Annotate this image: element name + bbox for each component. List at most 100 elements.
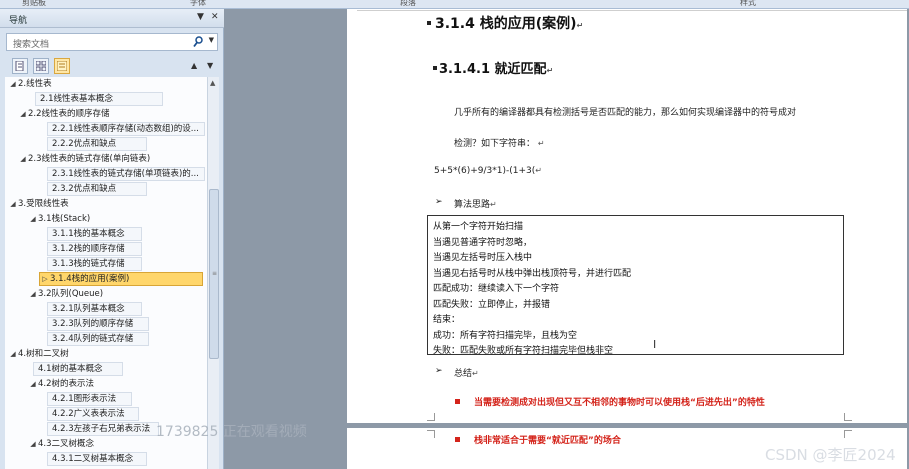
- page-corner-mark: [427, 413, 435, 421]
- tree-item-label: 3.2.4队列的链式存储: [52, 334, 134, 344]
- collapse-icon[interactable]: ◢: [28, 438, 38, 450]
- nav-header: 导航 ▼ ✕: [0, 9, 224, 28]
- summary-point-1[interactable]: 当需要检测成对出现但又互不相邻的事物时可以使用栈“后进先出”的特性: [474, 395, 765, 408]
- tree-item-label: 4.3.1二叉树基本概念: [52, 454, 134, 464]
- expression-text: 5+5*(6)+9/3*1)-(1+3(: [434, 166, 536, 176]
- tree-item[interactable]: 2.1线性表基本概念: [35, 92, 163, 106]
- tree-item[interactable]: 3.2.3队列的顺序存储: [47, 317, 149, 331]
- search-dropdown-icon[interactable]: ▼: [209, 36, 214, 44]
- collapse-icon[interactable]: ◢: [28, 288, 38, 300]
- collapse-icon[interactable]: ◢: [8, 348, 18, 360]
- label-text: 总结: [454, 369, 473, 379]
- scroll-up-icon[interactable]: ▲: [210, 79, 215, 87]
- paragraph-mark: ↵: [537, 139, 545, 148]
- collapse-icon[interactable]: ◢: [18, 153, 28, 165]
- ribbon-label-font[interactable]: 字体: [190, 0, 206, 8]
- ribbon-strip: 剪贴板 字体 段落 样式: [0, 0, 909, 9]
- expand-icon[interactable]: ▷: [40, 273, 50, 285]
- tree-item-label: 3.受限线性表: [18, 199, 69, 209]
- tree-item[interactable]: 2.2.1线性表顺序存储(动态数组)的设...: [47, 122, 205, 136]
- heading-3-1-4-1[interactable]: 3.1.4.1 就近匹配↵: [439, 58, 553, 77]
- tree-item-label: 3.1.4栈的应用(案例): [50, 274, 130, 284]
- algorithm-label[interactable]: 算法思路↵: [454, 197, 497, 210]
- tree-item[interactable]: 3.1.1栈的基本概念: [47, 227, 142, 241]
- summary-point-2[interactable]: 栈非常适合于需要“就近匹配”的场合: [474, 433, 621, 446]
- tree-item[interactable]: 3.1.2栈的顺序存储: [47, 242, 142, 256]
- box-line: 从第一个字符开始扫描: [433, 222, 524, 232]
- nav-scrollbar[interactable]: ▲ ≡: [207, 77, 219, 469]
- tree-item-label: 3.1.2栈的顺序存储: [52, 244, 125, 254]
- document-icon: [57, 61, 67, 71]
- headings-icon: [15, 61, 24, 71]
- algorithm-text-box[interactable]: 从第一个字符开始扫描 当遇见普通字符时忽略， 当遇见左括号时压入栈中 当遇见右括…: [427, 215, 844, 356]
- summary-label[interactable]: 总结↵: [454, 366, 479, 379]
- document-page[interactable]: 3.1.4 栈的应用(案例)↵ 3.1.4.1 就近匹配↵ 几乎所有的编译器都具…: [347, 9, 907, 469]
- tree-item-label: 2.2.2优点和缺点: [52, 139, 117, 149]
- close-icon[interactable]: ✕: [211, 12, 219, 22]
- heading-tree: ◢ 2.线性表 2.1线性表基本概念 ◢ 2.2线性表的顺序存储 2.2.1线性表顺…: [5, 77, 207, 469]
- tree-item[interactable]: ◢ 2.线性表: [7, 77, 197, 91]
- tree-item[interactable]: 4.1树的基本概念: [33, 362, 123, 376]
- navigation-pane: 导航 ▼ ✕ 搜索文档 ▼ ▲ ▼ ◢ 2.线性表 2.1线性表基本概念 ◢ 2.2…: [0, 9, 224, 469]
- ribbon-label-clipboard[interactable]: 剪贴板: [22, 0, 46, 8]
- tree-item-label: 4.2.1图形表示法: [52, 394, 117, 404]
- tree-item-label: 2.2.1线性表顺序存储(动态数组)的设...: [52, 124, 199, 134]
- nav-menu-icon[interactable]: ▼: [197, 12, 204, 22]
- red-bullet-icon: [455, 437, 460, 442]
- previous-arrow-icon[interactable]: ▲: [191, 61, 197, 70]
- tree-item-label: 2.2线性表的顺序存储: [28, 109, 110, 119]
- arrow-bullet-icon: ➢: [435, 197, 443, 207]
- headings-view-tab[interactable]: [12, 58, 28, 74]
- tree-item-label: 3.2.3队列的顺序存储: [52, 319, 134, 329]
- tree-item[interactable]: ◢ 4.树和二叉树: [7, 347, 197, 361]
- tree-item-selected[interactable]: ▷ 3.1.4栈的应用(案例): [39, 272, 203, 286]
- box-line: 当遇见普通字符时忽略，: [433, 237, 533, 248]
- tree-item[interactable]: 3.1.3栈的链式存储: [47, 257, 142, 271]
- tree-item[interactable]: ◢ 2.3线性表的链式存储(单向链表): [17, 152, 207, 166]
- tree-item[interactable]: 4.2.3左孩子右兄弟表示法: [47, 422, 159, 436]
- ribbon-label-styles[interactable]: 样式: [740, 0, 756, 8]
- tree-item-label: 4.1树的基本概念: [38, 364, 103, 374]
- tree-item[interactable]: 2.3.1线性表的链式存储(单项链表)的...: [47, 167, 205, 181]
- page-corner-mark: [844, 430, 852, 438]
- search-icon[interactable]: [193, 36, 203, 48]
- expression-line[interactable]: 5+5*(6)+9/3*1)-(1+3(↵: [434, 166, 542, 176]
- pages-view-tab[interactable]: [33, 58, 49, 74]
- heading-3-1-4[interactable]: 3.1.4 栈的应用(案例)↵: [435, 13, 583, 33]
- collapse-icon[interactable]: ◢: [28, 213, 38, 225]
- tree-item-label: 4.2树的表示法: [38, 379, 95, 389]
- page-corner-mark: [844, 413, 852, 421]
- tree-item[interactable]: ◢ 3.1栈(Stack): [27, 212, 197, 226]
- collapse-icon[interactable]: ◢: [8, 78, 18, 90]
- ribbon-label-paragraph[interactable]: 段落: [400, 0, 416, 8]
- next-arrow-icon[interactable]: ▼: [207, 61, 213, 70]
- collapse-icon[interactable]: ◢: [28, 378, 38, 390]
- body-paragraph-1[interactable]: 几乎所有的编译器都具有检测括号是否匹配的能力，那么如何实现编译器中的符号成对: [454, 105, 796, 118]
- collapse-icon[interactable]: ◢: [18, 108, 28, 120]
- tree-item[interactable]: 4.3.1二叉树基本概念: [47, 452, 147, 466]
- body-paragraph-2[interactable]: 检测？如下字符串： ↵: [454, 136, 545, 149]
- tree-item[interactable]: ◢ 3.2队列(Queue): [27, 287, 197, 301]
- tree-item[interactable]: 4.2.2广义表表示法: [47, 407, 139, 421]
- tree-item[interactable]: 3.2.4队列的链式存储: [47, 332, 149, 346]
- collapse-icon[interactable]: ◢: [8, 198, 18, 210]
- heading-text: 3.1.4.1 就近匹配: [439, 62, 547, 77]
- grip-icon: ≡: [212, 270, 218, 277]
- box-line: 失败：匹配失败或所有字符扫描完毕但栈非空: [433, 346, 614, 356]
- tree-item[interactable]: 3.2.1队列基本概念: [47, 302, 142, 316]
- tree-item-label: 3.2.1队列基本概念: [52, 304, 125, 314]
- page-divider: [357, 10, 907, 11]
- tree-item[interactable]: ◢ 3.受限线性表: [7, 197, 197, 211]
- tree-item[interactable]: ◢ 4.2树的表示法: [27, 377, 197, 391]
- csdn-watermark: CSDN @李匠2024: [765, 446, 896, 464]
- tree-item[interactable]: ◢ 2.2线性表的顺序存储: [17, 107, 197, 121]
- tree-item[interactable]: 2.3.2优点和缺点: [47, 182, 147, 196]
- search-input[interactable]: 搜索文档 ▼: [6, 33, 218, 51]
- box-line: 当遇见右括号时从栈中弹出栈顶符号，并进行匹配: [433, 268, 632, 279]
- tree-item[interactable]: 2.2.2优点和缺点: [47, 137, 147, 151]
- results-view-tab[interactable]: [54, 58, 70, 74]
- tree-item-label: 2.1线性表基本概念: [40, 94, 114, 104]
- scrollbar-thumb[interactable]: ≡: [209, 189, 219, 359]
- tree-item[interactable]: 4.2.1图形表示法: [47, 392, 132, 406]
- page-break: [347, 423, 907, 428]
